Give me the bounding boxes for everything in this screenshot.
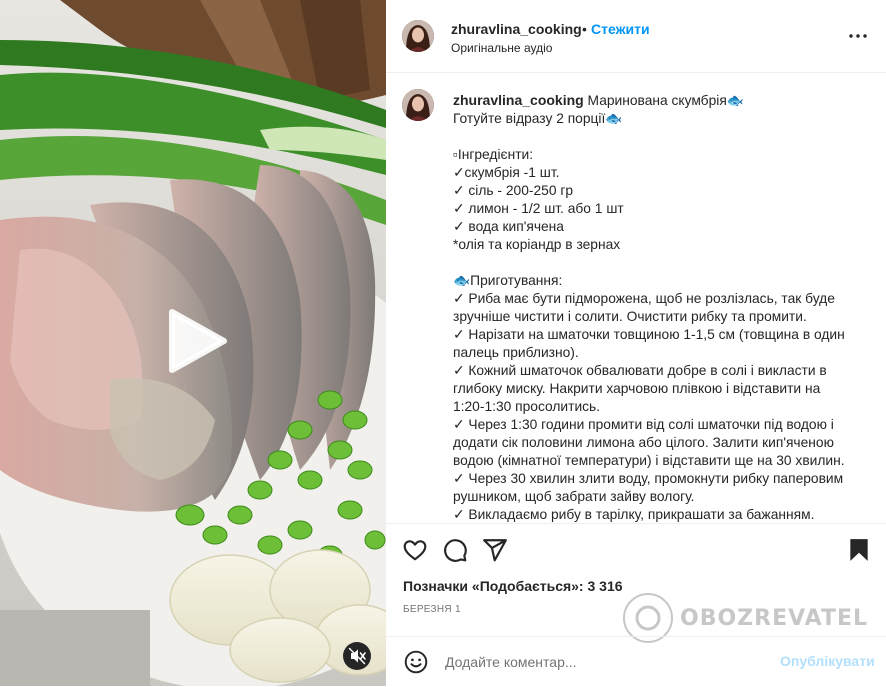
caption-line: ✓ Викладаємо рибу в тарілку, прикрашати …: [453, 507, 815, 522]
caption-line: ✓ Через 1:30 години промити від солі шма…: [453, 417, 834, 432]
caption-line: Готуйте відразу 2 порції🐟: [453, 111, 623, 126]
play-icon[interactable]: [164, 308, 230, 374]
follow-button[interactable]: Стежити: [591, 21, 650, 37]
caption-line: ▫Інгредієнти:: [453, 147, 534, 162]
avatar[interactable]: [402, 89, 434, 121]
save-button[interactable]: [846, 537, 872, 563]
caption-line: 1:20-1:30 просолитись.: [453, 399, 601, 414]
post-date[interactable]: БЕРЕЗНЯ 1: [403, 604, 461, 615]
caption-line: зручніше чистити і солити. Очистити рибк…: [453, 309, 807, 324]
caption-area: zhuravlina_cooking Маринована скумбрія🐟 …: [386, 73, 886, 523]
comment-icon: [444, 539, 467, 562]
mute-icon: [348, 647, 366, 665]
like-button[interactable]: [402, 537, 428, 563]
caption-line: 🐟Приготування:: [453, 273, 563, 288]
share-icon: [483, 539, 507, 562]
caption-line: ✓ сіль - 200-250 гр: [453, 183, 574, 198]
comment-button[interactable]: [442, 537, 468, 563]
caption-line: [453, 254, 853, 272]
emoji-button[interactable]: [403, 649, 429, 675]
caption-line: ✓ вода кип'ячена: [453, 219, 564, 234]
caption-line: глибоку миску. Накрити харчовою плівкою …: [453, 381, 821, 396]
more-options-icon[interactable]: [848, 28, 868, 44]
caption-username[interactable]: zhuravlina_cooking: [453, 92, 584, 108]
publish-button[interactable]: Опублікувати: [780, 653, 875, 669]
username[interactable]: zhuravlina_cooking: [451, 21, 582, 37]
caption-line: ✓ лимон - 1/2 шт. або 1 шт: [453, 201, 624, 216]
likes-count[interactable]: Позначки «Подобається»: 3 316: [403, 578, 623, 594]
bookmark-icon: [850, 539, 868, 561]
caption-line: рушником, щоб забрати зайву вологу.: [453, 489, 695, 504]
caption-line: [453, 128, 853, 146]
mute-button[interactable]: [343, 642, 371, 670]
caption-line: водою (кімнатної температури) і відстави…: [453, 453, 845, 468]
caption-first-line: zhuravlina_cooking Маринована скумбрія🐟: [453, 91, 853, 110]
audio-label[interactable]: Оригінальне аудіо: [451, 41, 552, 55]
caption-line: ✓ Нарізати на шматочки товщиною 1-1,5 см…: [453, 327, 845, 342]
caption-line: ✓ Через 30 хвилин злити воду, промокнути…: [453, 471, 844, 486]
caption-line: додати сік половини лимона або цілого. З…: [453, 435, 834, 450]
post-caption: zhuravlina_cooking Маринована скумбрія🐟 …: [453, 91, 853, 523]
watermark-text: OBOZREVATEL: [680, 606, 868, 631]
avatar[interactable]: [402, 20, 434, 52]
share-button[interactable]: [482, 537, 508, 563]
caption-line: палець приблизно).: [453, 345, 579, 360]
caption-line: ✓ Кожний шматочок обвалювати добре в сол…: [453, 363, 827, 378]
post-panel: zhuravlina_cooking • Стежити Оригінальне…: [386, 0, 886, 686]
caption-line: *олія та коріандр в зернах: [453, 237, 621, 252]
post-media[interactable]: [0, 0, 386, 686]
caption-body: Готуйте відразу 2 порції🐟 ▫Інгредієнти: ✓с…: [453, 110, 853, 523]
caption-line: ✓ Риба має бути підморожена, щоб не розл…: [453, 291, 835, 306]
emoji-icon: [404, 650, 428, 674]
separator-dot: •: [582, 21, 587, 37]
heart-icon: [403, 540, 427, 561]
caption-title: Маринована скумбрія🐟: [587, 93, 744, 108]
caption-line: ✓скумбрія -1 шт.: [453, 165, 560, 180]
comment-input[interactable]: [443, 652, 767, 672]
post-header: zhuravlina_cooking • Стежити Оригінальне…: [386, 0, 886, 73]
